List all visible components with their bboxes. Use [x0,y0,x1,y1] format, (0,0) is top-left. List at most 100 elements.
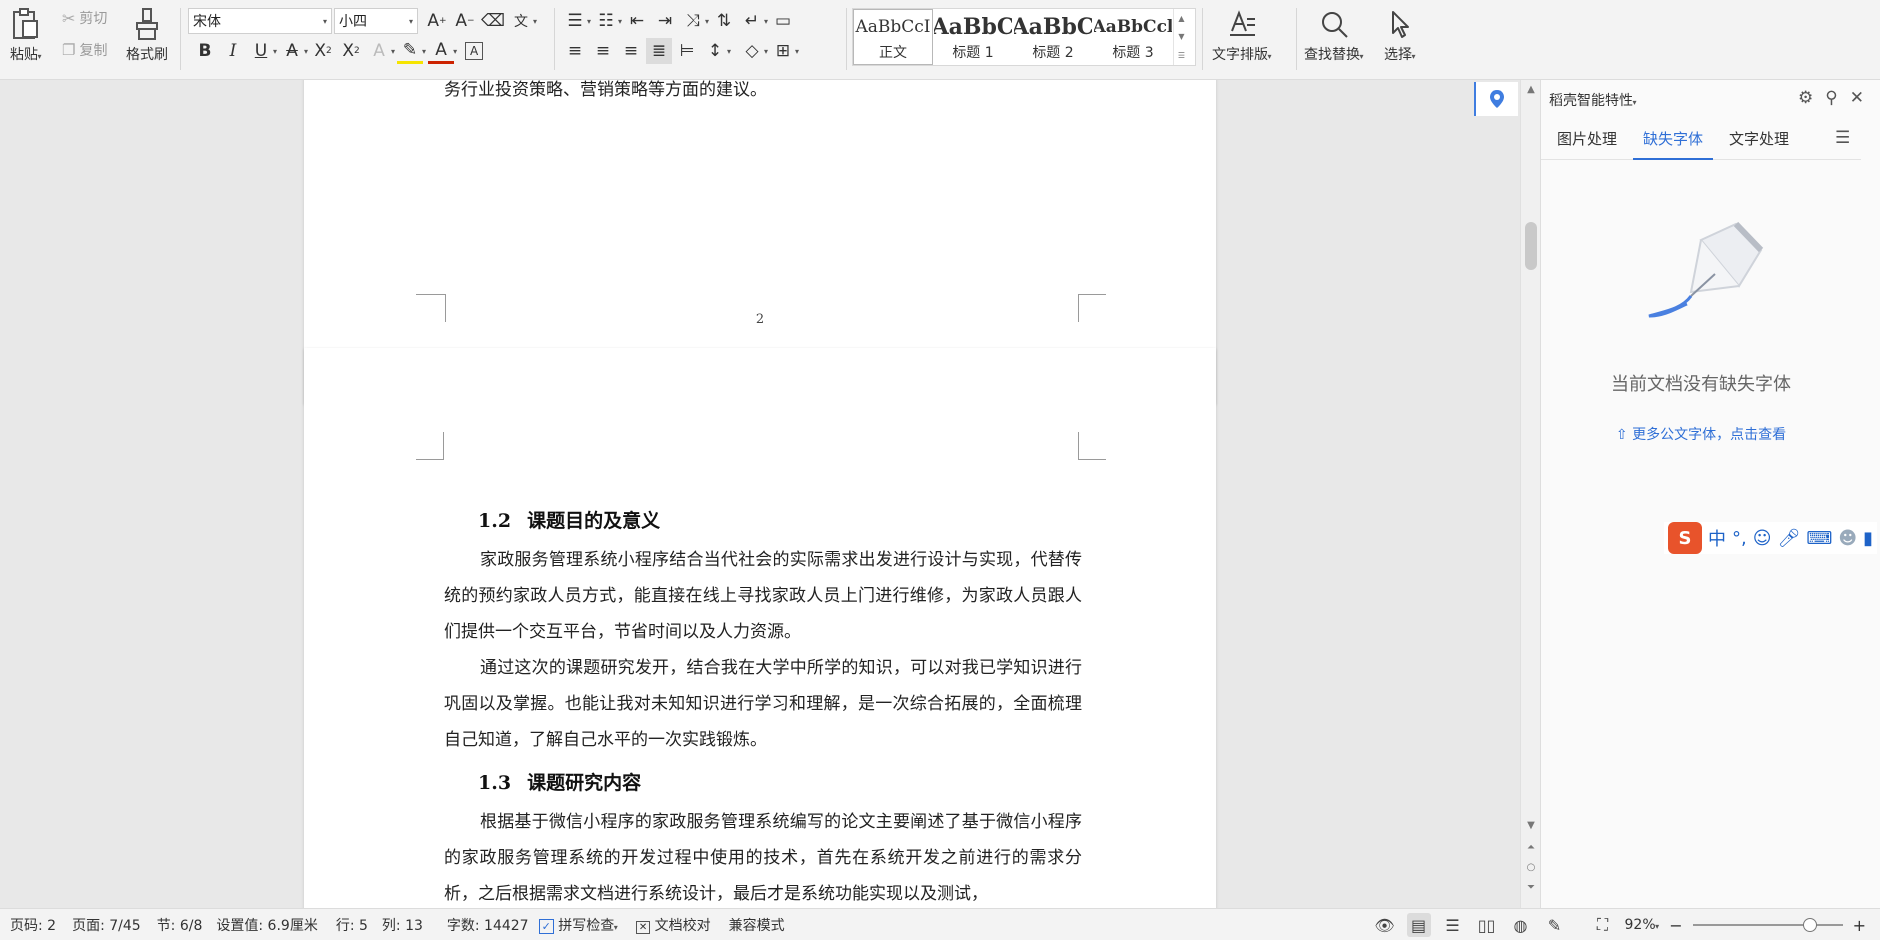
paste-button[interactable]: 粘贴 ▾ [10,6,42,64]
bold-icon[interactable]: B [192,38,218,64]
text-effect-icon[interactable]: A [366,38,392,64]
punctuation-icon[interactable]: °, [1732,528,1747,549]
align-center-icon[interactable]: ≡ [590,38,616,64]
tab-text-processing[interactable]: 文字处理 [1719,120,1799,160]
scroll-down-icon[interactable]: ▼ [1521,820,1541,831]
ime-toolbar[interactable]: S 中 °, ☺ 🎤︎ ⌨ ☻ ▮ [1664,522,1878,554]
pin-icon[interactable]: ⚲ [1825,88,1837,108]
chevron-down-icon[interactable]: ▾ [533,17,537,26]
keyboard-icon[interactable]: ⌨ [1806,528,1832,549]
status-line[interactable]: 行: 5 [336,915,368,935]
clear-format-icon[interactable]: ⌫ [480,8,506,34]
navigation-pin[interactable] [1474,82,1518,116]
font-size-select[interactable]: 小四 ▾ [334,8,418,34]
microphone-icon[interactable]: 🎤︎ [1778,528,1801,549]
spell-check-button[interactable]: ✓ 拼写检查 ▾ [538,915,618,935]
browse-object-icon[interactable]: ○ [1521,862,1541,873]
chevron-down-icon[interactable]: ▾ [304,47,308,56]
zoom-slider[interactable] [1692,918,1843,932]
outline-view-icon[interactable]: ☰ [1441,913,1465,937]
superscript-icon[interactable]: X2 [310,38,336,64]
doc-proof-button[interactable]: ✕ 文档校对 [635,915,711,935]
chevron-down-icon[interactable]: ▾ [705,17,709,26]
align-left-icon[interactable]: ≡ [562,38,588,64]
chevron-down-icon[interactable]: ▾ [587,17,591,26]
chevron-down-icon[interactable]: ▼ [1178,32,1184,41]
eye-protection-icon[interactable]: 👁︎ [1373,913,1397,937]
chevron-down-icon[interactable]: ▾ [764,47,768,56]
emoji-icon[interactable]: ☺ [1753,528,1772,549]
chinese-layout-icon[interactable]: ⤨ [680,8,706,34]
style-heading-2[interactable]: AaBbC 标题 2 [1013,9,1093,65]
shading-icon[interactable]: ◇ [739,38,765,64]
increase-indent-icon[interactable]: ⇥ [652,8,678,34]
shrink-font-icon[interactable]: A − [452,8,478,34]
vertical-scrollbar[interactable]: ▲ ▼ ⏶ ○ ⏷ [1520,80,1540,908]
find-replace-button[interactable]: 查找替换 ▾ [1304,6,1364,64]
panel-title[interactable]: 稻壳智能特性 ▾ [1549,90,1637,110]
borders-icon[interactable]: ⊞ [770,38,796,64]
chevron-down-icon[interactable]: ▾ [391,47,395,56]
style-heading-1[interactable]: AaBbC 标题 1 [933,9,1013,65]
status-page[interactable]: 页面: 7/45 [72,915,141,935]
highlight-icon[interactable]: ✎ [397,38,424,64]
chevron-down-icon[interactable]: ▾ [795,47,799,56]
underline-icon[interactable]: U [248,38,274,64]
document-page[interactable]: 1.2 课题目的及意义 家政服务管理系统小程序结合当代社会的实际需求出发进行设计与… [304,348,1216,908]
italic-icon[interactable]: I [220,38,246,64]
distributed-icon[interactable]: ⊨ [674,38,700,64]
text-layout-button[interactable]: 文字排版 ▾ [1212,6,1272,64]
write-mode-icon[interactable]: ✎ [1543,913,1567,937]
line-spacing-icon[interactable]: ↕ [702,38,728,64]
section-heading[interactable]: 1.3 课题研究内容 [478,768,641,795]
status-column[interactable]: 列: 13 [382,915,423,935]
scrollbar-thumb[interactable] [1525,222,1537,270]
status-page-code[interactable]: 页码: 2 [10,915,56,935]
page-view-icon[interactable]: ▤ [1406,913,1431,937]
sort-icon[interactable]: ⇅ [711,8,737,34]
character-border-icon[interactable]: A [465,42,484,60]
bullet-list-icon[interactable]: ☰ [562,8,588,34]
body-paragraph[interactable]: 根据基于微信小程序的家政服务管理系统编写的论文主要阐述了基于微信小程序的家政服务… [444,804,1082,908]
paragraph-mark-icon[interactable]: ↵ [739,8,765,34]
phonetic-guide-icon[interactable]: 文 [508,8,534,34]
status-setting[interactable]: 设置值: 6.9厘米 [216,915,317,935]
status-section[interactable]: 节: 6/8 [157,915,203,935]
status-word-count[interactable]: 字数: 14427 [447,915,529,935]
reading-view-icon[interactable]: ▯▯ [1475,913,1499,937]
subscript-icon[interactable]: X2 [338,38,364,64]
select-button[interactable]: 选择 ▾ [1384,6,1416,64]
expand-icon[interactable]: ☰ [1178,51,1185,60]
style-gallery-scroll[interactable]: ▲ ▼ ☰ [1173,9,1189,65]
font-color-icon[interactable]: A [428,38,455,64]
decrease-indent-icon[interactable]: ⇤ [624,8,650,34]
more-fonts-link[interactable]: ⇧ 更多公文字体，点击查看 [1541,424,1861,444]
justify-icon[interactable]: ≣ [646,38,672,64]
strikethrough-icon[interactable]: A [279,38,305,64]
grow-font-icon[interactable]: A + [424,8,450,34]
format-painter-button[interactable]: 格式刷 [126,6,168,64]
scroll-up-icon[interactable]: ▲ [1521,84,1541,95]
chevron-down-icon[interactable]: ▾ [618,17,622,26]
close-icon[interactable]: ✕ [1850,88,1864,108]
document-area[interactable]: 务行业投资策略、营销策略等方面的建议。 2 1.2 课题目的及意义 家政服务管理系… [0,80,1524,908]
previous-page-icon[interactable]: ⏶ [1521,842,1541,853]
chevron-down-icon[interactable]: ▾ [764,17,768,26]
menu-icon[interactable]: ☰ [1835,128,1850,148]
zoom-out-icon[interactable]: − [1669,916,1682,935]
chevron-down-icon[interactable]: ▾ [727,47,731,56]
tab-image-processing[interactable]: 图片处理 [1547,120,1627,160]
zoom-slider-knob[interactable] [1802,918,1817,932]
body-paragraph[interactable]: 通过这次的课题研究发开，结合我在大学中所学的知识，可以对我已学知识进行巩固以及掌… [444,650,1082,758]
web-view-icon[interactable]: ◍ [1509,913,1533,937]
shirt-icon[interactable]: ▮ [1863,528,1873,549]
style-heading-3[interactable]: AaBbCcl 标题 3 [1093,9,1173,65]
chevron-down-icon[interactable]: ▾ [422,47,426,56]
tab-missing-fonts[interactable]: 缺失字体 [1633,120,1714,160]
ruler-icon[interactable]: ▭ [770,8,796,34]
ime-mode-label[interactable]: 中 [1708,525,1726,551]
next-page-icon[interactable]: ⏷ [1521,882,1541,893]
body-paragraph[interactable]: 务行业投资策略、营销策略等方面的建议。 [444,80,1082,108]
fit-page-icon[interactable]: ⛶ [1591,913,1615,937]
numbered-list-icon[interactable]: ☷ [593,8,619,34]
